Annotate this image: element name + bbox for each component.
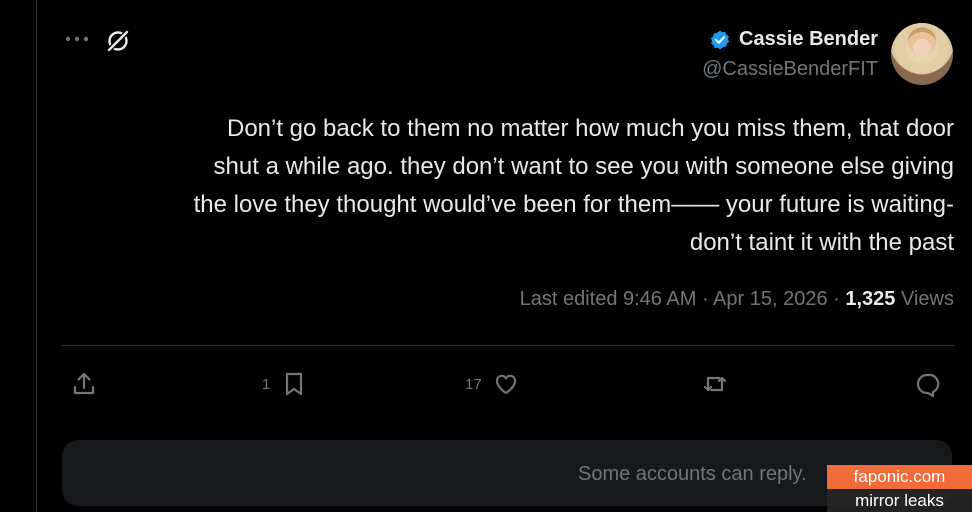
author-handle[interactable]: @CassieBenderFIT: [702, 58, 878, 81]
repost-button[interactable]: [701, 366, 729, 402]
views-label: Views: [901, 288, 954, 310]
like-count: 17: [465, 375, 482, 393]
retweet-icon: [703, 376, 727, 392]
more-icon[interactable]: [63, 28, 91, 50]
tweet-line: the love they thought would’ve been for …: [193, 191, 954, 218]
bookmark-count: 1: [262, 375, 271, 393]
tweet-line: don’t taint it with the past: [689, 229, 954, 256]
grok-icon[interactable]: [104, 27, 132, 55]
watermark-tagline: mirror leaks: [827, 489, 972, 512]
bookmark-button[interactable]: 1: [262, 366, 308, 402]
reply-button[interactable]: [915, 366, 943, 402]
avatar[interactable]: [891, 23, 953, 85]
watermark-site: faponic.com: [827, 465, 972, 489]
tweet-line: Don’t go back to them no matter how much…: [226, 115, 954, 142]
author-name[interactable]: Cassie Bender: [739, 28, 878, 51]
like-icon: [495, 374, 516, 395]
tweet-text: Don’t go back to them no matter how much…: [54, 110, 954, 262]
author-name-row[interactable]: Cassie Bender: [709, 28, 878, 51]
views-count: 1,325: [845, 288, 896, 310]
tweet-line: shut a while ago. they don’t want to see…: [213, 153, 954, 180]
reply-icon: [916, 373, 940, 398]
tweet-meta: Last edited 9:46 AM · Apr 15, 2026 · 1,3…: [520, 288, 954, 311]
like-button[interactable]: 17: [465, 366, 520, 402]
bookmark-icon: [286, 372, 303, 396]
reply-restriction-box: [62, 440, 952, 506]
share-icon: [73, 372, 95, 395]
edited-timestamp[interactable]: Last edited 9:46 AM · Apr 15, 2026 ·: [520, 288, 840, 310]
reply-restriction-text: Some accounts can reply.: [578, 463, 807, 485]
share-button[interactable]: [70, 366, 98, 402]
verified-badge-icon: [710, 29, 730, 50]
divider: [62, 345, 954, 346]
column-border: [36, 0, 37, 512]
